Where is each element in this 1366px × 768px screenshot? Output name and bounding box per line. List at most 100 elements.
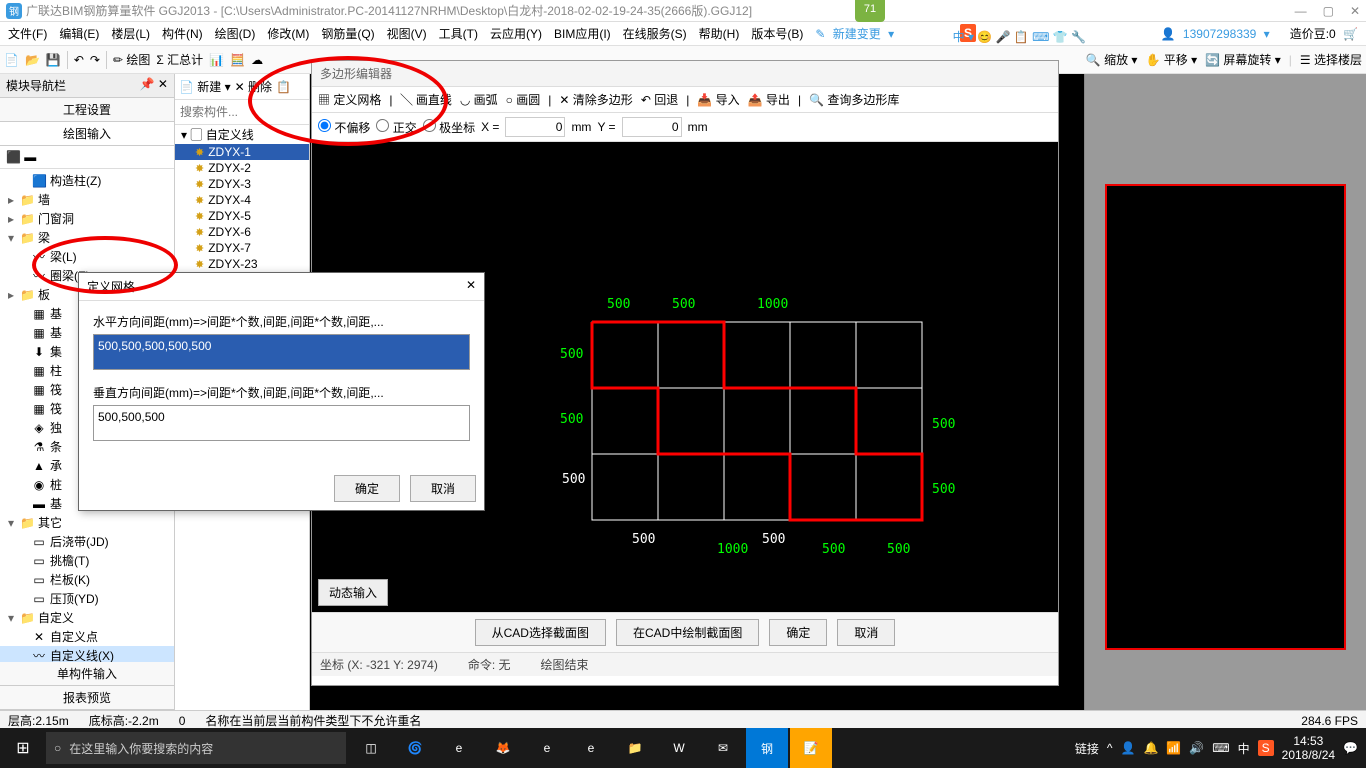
tree-item[interactable]: 🟦构造柱(Z) <box>0 171 174 190</box>
poly-ok-button[interactable]: 确定 <box>769 619 827 646</box>
import-button[interactable]: 📥 导入 <box>697 91 739 108</box>
draw-in-cad-button[interactable]: 在CAD中绘制截面图 <box>616 619 759 646</box>
new-change-button[interactable]: 新建变更 <box>829 25 885 43</box>
clear-polygon-button[interactable]: ✕ 清除多边形 <box>559 91 632 108</box>
undo-button[interactable]: ↶ 回退 <box>641 91 678 108</box>
sum-button[interactable]: Σ 汇总计 <box>156 51 203 68</box>
app-icon[interactable]: 🌀 <box>394 728 436 768</box>
menu-view[interactable]: 视图(V) <box>383 23 431 44</box>
close-button[interactable]: ✕ <box>1350 4 1360 18</box>
menu-edit[interactable]: 编辑(E) <box>55 23 103 44</box>
menu-help[interactable]: 帮助(H) <box>695 23 744 44</box>
tree-item[interactable]: 〰梁(L) <box>0 247 174 266</box>
draw-circle-button[interactable]: ○ 画圆 <box>506 91 541 108</box>
redo-icon[interactable]: ↷ <box>90 53 100 67</box>
menu-file[interactable]: 文件(F) <box>4 23 51 44</box>
draw-arc-button[interactable]: ◡ 画弧 <box>460 91 498 108</box>
start-button[interactable]: ⊞ <box>0 738 46 758</box>
poly-cancel-button[interactable]: 取消 <box>837 619 895 646</box>
dialog-ok-button[interactable]: 确定 <box>334 475 400 502</box>
update-badge[interactable]: 71 <box>855 0 885 22</box>
x-input[interactable] <box>505 117 565 137</box>
list-item[interactable]: ✸ ZDYX-7 <box>175 240 309 256</box>
h-spacing-input[interactable]: 500,500,500,500,500 <box>93 334 470 370</box>
tab-report-preview[interactable]: 报表预览 <box>0 686 174 710</box>
taskbar-search[interactable]: ○ 在这里输入你要搜索的内容 <box>46 732 346 764</box>
tree-item[interactable]: ▭压顶(YD) <box>0 589 174 608</box>
draw-line-button[interactable]: ╲ 画直线 <box>400 91 451 108</box>
tree-item[interactable]: ▭后浇带(JD) <box>0 532 174 551</box>
tree-item[interactable]: ▾📁梁 <box>0 228 174 247</box>
menu-floor[interactable]: 楼层(L) <box>107 23 154 44</box>
list-item[interactable]: ✸ ZDYX-4 <box>175 192 309 208</box>
tree-item[interactable]: ▭栏板(K) <box>0 570 174 589</box>
menu-online[interactable]: 在线服务(S) <box>619 23 691 44</box>
no-offset-radio[interactable]: 不偏移 <box>318 119 370 136</box>
list-root[interactable]: ▾ ▢ 自定义线 <box>175 125 309 144</box>
link-label[interactable]: 链接 <box>1075 740 1099 757</box>
menu-draw[interactable]: 绘图(D) <box>211 23 260 44</box>
menu-component[interactable]: 构件(N) <box>158 23 207 44</box>
tree-item[interactable]: ▭挑檐(T) <box>0 551 174 570</box>
user-label[interactable]: 13907298339 <box>1179 25 1260 43</box>
tray-bell-icon[interactable]: 🔔 <box>1143 741 1158 755</box>
note-icon[interactable]: 📝 <box>790 728 832 768</box>
mail-icon[interactable]: ✉ <box>702 728 744 768</box>
menu-rebar[interactable]: 钢筋量(Q) <box>317 23 378 44</box>
nav-icons[interactable]: ⬛ ▬ <box>0 146 174 169</box>
menu-modify[interactable]: 修改(M) <box>263 23 313 44</box>
y-input[interactable] <box>622 117 682 137</box>
tree-item[interactable]: ✕自定义点 <box>0 627 174 646</box>
ime-toolbar[interactable]: 中 ▾ 😊 🎤 📋 ⌨ 👕 🔧 <box>953 28 1086 45</box>
pin-icon[interactable]: 📌 ✕ <box>140 77 168 94</box>
v-spacing-input[interactable]: 500,500,500 <box>93 405 470 441</box>
new-icon[interactable]: 📄 <box>4 53 19 67</box>
tree-item[interactable]: 〰自定义线(X) <box>0 646 174 662</box>
tab-project-settings[interactable]: 工程设置 <box>0 98 174 122</box>
undo-icon[interactable]: ↶ <box>74 53 84 67</box>
dialog-cancel-button[interactable]: 取消 <box>410 475 476 502</box>
menu-bim[interactable]: BIM应用(I) <box>550 23 615 44</box>
notification-icon[interactable]: 💬 <box>1343 741 1358 755</box>
taskbar-clock[interactable]: 14:532018/8/24 <box>1282 734 1335 763</box>
menu-cloud[interactable]: 云应用(Y) <box>486 23 546 44</box>
save-icon[interactable]: 💾 <box>46 53 61 67</box>
word-icon[interactable]: W <box>658 728 700 768</box>
zoom-button[interactable]: 🔍 缩放 ▾ <box>1086 51 1138 68</box>
tab-single-input[interactable]: 单构件输入 <box>0 662 174 686</box>
tray-vol-icon[interactable]: 🔊 <box>1189 741 1204 755</box>
tree-item[interactable]: ▾📁其它 <box>0 513 174 532</box>
copy-icon[interactable]: 📋 <box>276 80 291 94</box>
edge-icon[interactable]: e <box>438 728 480 768</box>
list-item[interactable]: ✸ ZDYX-5 <box>175 208 309 224</box>
rotate-button[interactable]: 🔄 屏幕旋转 ▾ <box>1205 51 1281 68</box>
tree-item[interactable]: ▸📁墙 <box>0 190 174 209</box>
tree-item[interactable]: ▸📁门窗洞 <box>0 209 174 228</box>
polar-radio[interactable]: 极坐标 <box>423 119 475 136</box>
select-floor-button[interactable]: ☰ 选择楼层 <box>1300 51 1362 68</box>
open-icon[interactable]: 📂 <box>25 53 40 67</box>
tray-ime[interactable]: 中 <box>1238 740 1250 757</box>
ggj-icon[interactable]: 钢 <box>746 728 788 768</box>
search-library-button[interactable]: 🔍 查询多边形库 <box>809 91 899 108</box>
tab-draw-input[interactable]: 绘图输入 <box>0 122 174 146</box>
from-cad-button[interactable]: 从CAD选择截面图 <box>475 619 606 646</box>
define-grid-button[interactable]: ▦ 定义网格 <box>318 91 381 108</box>
browser-icon[interactable]: 🦊 <box>482 728 524 768</box>
list-item[interactable]: ✸ ZDYX-1 <box>175 144 309 160</box>
tray-sogou-icon[interactable]: S <box>1258 740 1274 756</box>
pan-button[interactable]: ✋ 平移 ▾ <box>1145 51 1197 68</box>
explorer-icon[interactable]: 📁 <box>614 728 656 768</box>
list-item[interactable]: ✸ ZDYX-23 <box>175 256 309 272</box>
tray-people-icon[interactable]: 👤 <box>1120 741 1135 755</box>
menu-version[interactable]: 版本号(B) <box>747 23 807 44</box>
list-item[interactable]: ✸ ZDYX-6 <box>175 224 309 240</box>
dynamic-input-button[interactable]: 动态输入 <box>318 579 388 606</box>
draw-button[interactable]: ✏ 绘图 <box>113 51 150 68</box>
export-button[interactable]: 📤 导出 <box>748 91 790 108</box>
maximize-button[interactable]: ▢ <box>1323 4 1334 18</box>
ie-icon[interactable]: e <box>526 728 568 768</box>
list-item[interactable]: ✸ ZDYX-3 <box>175 176 309 192</box>
new-button[interactable]: 📄 新建 ▾ <box>179 78 231 95</box>
tray-net-icon[interactable]: 📶 <box>1166 741 1181 755</box>
